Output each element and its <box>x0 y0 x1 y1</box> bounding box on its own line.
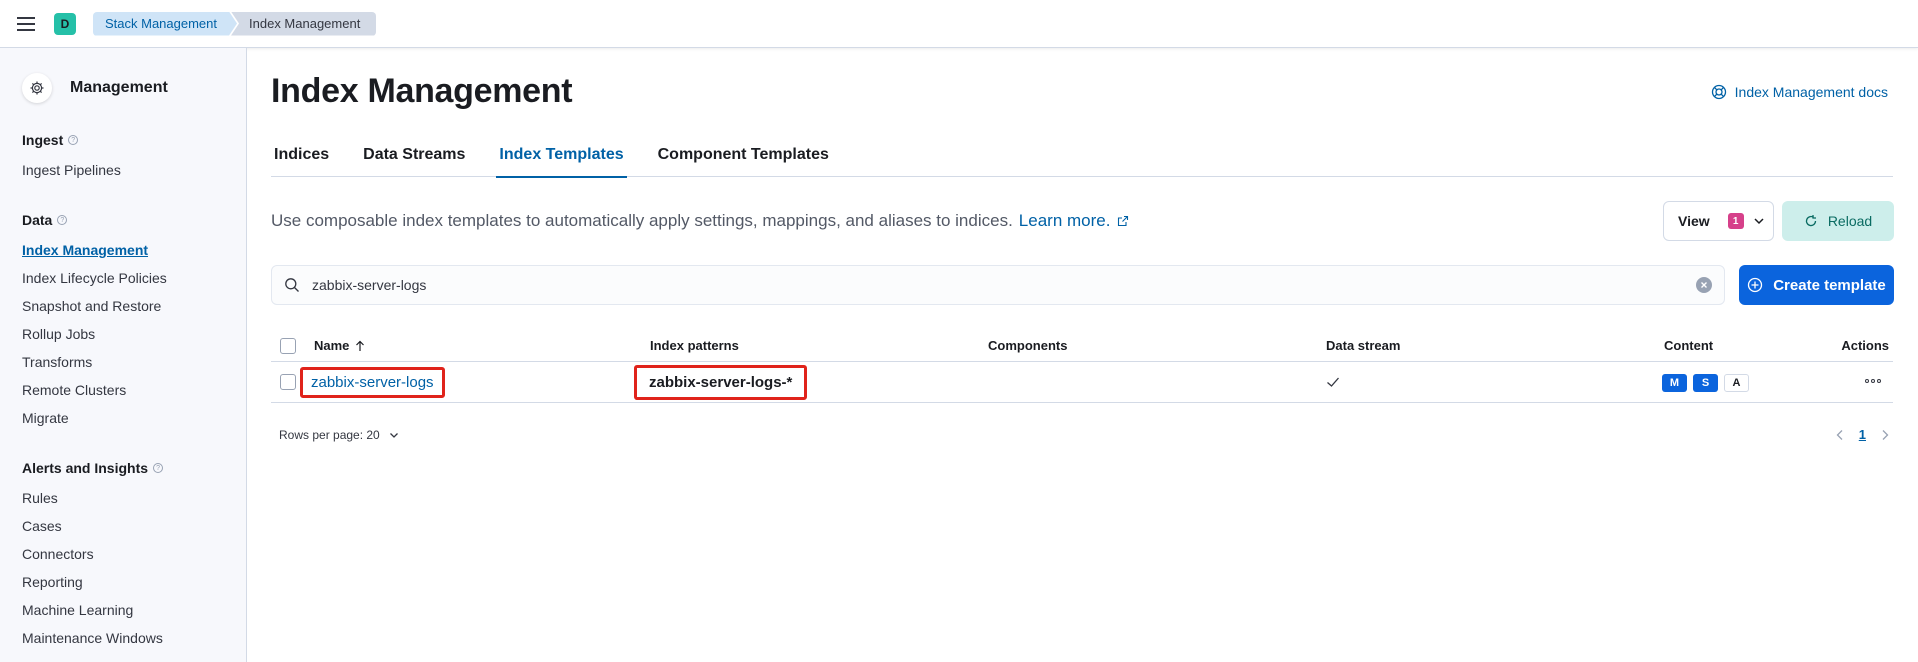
breadcrumb-stack-management[interactable]: Stack Management <box>93 12 237 36</box>
breadcrumb: Stack Management Index Management <box>93 11 377 36</box>
check-icon <box>1327 377 1339 387</box>
sidebar-group-alerts-and-insights: Alerts and Insights? <box>22 460 164 476</box>
tab-indices[interactable]: Indices <box>271 140 332 177</box>
content-badges: M S A <box>1662 374 1755 392</box>
create-template-button[interactable]: Create template <box>1739 265 1894 305</box>
refresh-icon <box>1805 215 1816 227</box>
sidebar-item-index-management[interactable]: Index Management <box>22 242 148 258</box>
page-description: Use composable index templates to automa… <box>271 211 1129 231</box>
sidebar-title: Management <box>70 79 168 96</box>
breadcrumb-index-management: Index Management <box>231 11 377 36</box>
space-avatar[interactable]: D <box>54 12 76 35</box>
sidebar-item-transforms[interactable]: Transforms <box>22 354 92 370</box>
tab-bar: Indices Data Streams Index Templates Com… <box>271 140 1893 178</box>
learn-more-link[interactable]: Learn more. <box>1019 211 1111 231</box>
sidebar-item-ingest-pipelines[interactable]: Ingest Pipelines <box>22 162 121 178</box>
aliases-badge: A <box>1724 374 1749 392</box>
tab-component-templates[interactable]: Component Templates <box>655 140 832 177</box>
tab-index-templates[interactable]: Index Templates <box>496 140 627 178</box>
sidebar-item-index-lifecycle-policies[interactable]: Index Lifecycle Policies <box>22 270 167 286</box>
actions-menu-icon[interactable] <box>1865 379 1881 383</box>
tab-data-streams[interactable]: Data Streams <box>360 140 468 177</box>
column-index-patterns: Index patterns <box>650 338 739 353</box>
select-all-checkbox[interactable] <box>280 337 296 354</box>
sidebar-item-snapshot-and-restore[interactable]: Snapshot and Restore <box>22 298 161 314</box>
external-link-icon <box>1118 215 1129 227</box>
sidebar-item-maintenance-windows[interactable]: Maintenance Windows <box>22 630 163 646</box>
docs-link-label: Index Management docs <box>1734 84 1888 100</box>
chevron-right-icon[interactable] <box>1880 429 1890 441</box>
view-button[interactable]: View 1 <box>1663 201 1774 241</box>
top-header: D Stack Management Index Management <box>0 0 1918 48</box>
chevron-left-icon[interactable] <box>1835 429 1845 441</box>
question-icon: ? <box>68 135 79 145</box>
chevron-down-icon <box>389 433 398 438</box>
sidebar-item-connectors[interactable]: Connectors <box>22 546 94 562</box>
docs-link[interactable]: Index Management docs <box>1711 84 1888 100</box>
page-number-button[interactable]: 1 <box>1859 427 1866 442</box>
gear-icon <box>22 73 52 103</box>
chevron-down-icon <box>1754 218 1764 225</box>
sort-ascending-icon <box>356 340 365 351</box>
table-row: zabbix-server-logs zabbix-server-logs-* … <box>271 362 1893 403</box>
group-label: Ingest <box>22 132 64 148</box>
templates-table: Name Index patterns Components Data stre… <box>271 330 1893 403</box>
plus-circle-icon <box>1748 277 1763 293</box>
reload-button[interactable]: Reload <box>1782 201 1894 241</box>
page-title: Index Management <box>271 72 573 110</box>
column-name[interactable]: Name <box>314 338 365 353</box>
group-label: Data <box>22 212 53 228</box>
sidebar-item-cases[interactable]: Cases <box>22 518 62 534</box>
sidebar-header: Management <box>22 73 168 103</box>
row-checkbox[interactable] <box>280 374 296 390</box>
settings-badge: S <box>1693 374 1718 392</box>
column-label: Name <box>314 338 350 353</box>
group-label: Alerts and Insights <box>22 460 149 476</box>
sidebar: Management Ingest? Ingest Pipelines Data… <box>0 48 247 662</box>
mappings-badge: M <box>1662 374 1687 392</box>
column-content: Content <box>1664 338 1714 353</box>
question-icon: ? <box>57 215 68 225</box>
question-icon: ? <box>153 463 164 473</box>
rows-per-page-label: Rows per page: 20 <box>279 428 380 442</box>
clear-icon[interactable] <box>1696 277 1712 293</box>
sidebar-item-migrate[interactable]: Migrate <box>22 410 69 426</box>
index-patterns-cell: zabbix-server-logs-* <box>634 364 808 400</box>
search-input[interactable] <box>312 277 1612 293</box>
column-data-stream: Data stream <box>1326 338 1401 353</box>
search-icon <box>285 278 299 292</box>
column-components: Components <box>988 338 1068 353</box>
sidebar-item-rollup-jobs[interactable]: Rollup Jobs <box>22 326 95 342</box>
description-text: Use composable index templates to automa… <box>271 211 1013 230</box>
menu-icon[interactable] <box>0 0 52 48</box>
sidebar-group-data: Data? <box>22 212 68 228</box>
sidebar-item-machine-learning[interactable]: Machine Learning <box>22 602 133 618</box>
view-label: View <box>1678 213 1710 229</box>
column-actions: Actions <box>1841 338 1889 353</box>
sidebar-item-rules[interactable]: Rules <box>22 490 58 506</box>
search-box <box>271 265 1725 305</box>
rows-per-page-button[interactable]: Rows per page: 20 <box>279 428 400 442</box>
view-count-badge: 1 <box>1727 213 1744 229</box>
lifebuoy-icon <box>1711 84 1726 100</box>
sidebar-item-reporting[interactable]: Reporting <box>22 574 83 590</box>
reload-label: Reload <box>1827 213 1873 229</box>
pagination: 1 <box>1835 427 1890 442</box>
table-header: Name Index patterns Components Data stre… <box>271 330 1893 362</box>
create-template-label: Create template <box>1773 276 1886 294</box>
template-name-link[interactable]: zabbix-server-logs <box>300 366 445 398</box>
sidebar-group-ingest: Ingest? <box>22 132 79 148</box>
sidebar-item-remote-clusters[interactable]: Remote Clusters <box>22 382 126 398</box>
